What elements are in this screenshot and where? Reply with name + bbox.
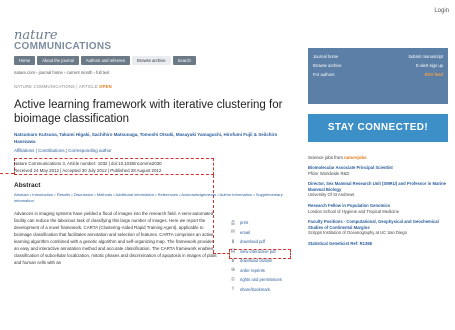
dates-line: Received 24 May 2012 | Accepted 30 July … xyxy=(14,167,162,173)
nav-authors-referees[interactable]: Authors and referees xyxy=(80,56,130,65)
tool-order-reprints[interactable]: ⊕ order reprints xyxy=(230,266,292,276)
link-for-authors[interactable]: For authors xyxy=(313,70,334,79)
login-link[interactable]: Login xyxy=(434,8,449,14)
affiliations-links[interactable]: Affiliations | Contributions | Correspon… xyxy=(14,148,294,153)
sidebar-row: Journal home Submit manuscript xyxy=(313,52,443,61)
job-org: London School of Hygiene and Tropical Me… xyxy=(308,208,400,214)
right-sidebar: Journal home Submit manuscript Browse ar… xyxy=(308,48,448,247)
tool-print[interactable]: ⎙ print xyxy=(230,218,292,228)
tool-label: download citation xyxy=(240,258,273,264)
nav-search[interactable]: Search xyxy=(172,56,196,65)
job-title: Faculty Positions - Computational, Geoph… xyxy=(308,219,439,230)
link-submit-manuscript[interactable]: Submit manuscript xyxy=(408,52,443,61)
stay-connected-banner[interactable]: STAY CONNECTED! xyxy=(308,114,448,142)
logo-communications: COMMUNICATIONS xyxy=(14,41,112,52)
job-listing[interactable]: Director, Sex Mammal Research Unit (SMRU… xyxy=(308,181,448,198)
tool-download-pdf[interactable]: ⬇ download pdf xyxy=(230,237,292,247)
job-listing[interactable]: Faculty Positions - Computational, Geoph… xyxy=(308,219,448,236)
job-listing[interactable]: Biomolecular Associate Principal Scienti… xyxy=(308,165,448,176)
section-label: NATURE COMMUNICATIONS | ARTICLE xyxy=(14,84,98,89)
share-icon: ⇪ xyxy=(230,286,236,293)
job-listing[interactable]: Research Fellow in Population Genomics L… xyxy=(308,203,448,214)
article-section: NATURE COMMUNICATIONS | ARTICLE OPEN xyxy=(14,84,112,89)
tool-label: email xyxy=(240,229,251,235)
naturejobs-link[interactable]: naturejobs xyxy=(344,155,366,160)
author-list[interactable]: Natsumaro Kutsuna, Takumi Higaki, Sachih… xyxy=(14,131,294,145)
download-icon: ⬇ xyxy=(230,238,236,245)
reprint-icon: ⊕ xyxy=(230,267,236,274)
tool-label: rights and permissions xyxy=(240,277,282,283)
tool-label: order reprints xyxy=(240,267,265,273)
journal-logo[interactable]: nature COMMUNICATIONS xyxy=(14,28,154,54)
abstract-heading: Abstract xyxy=(14,182,41,189)
tool-label: print xyxy=(240,220,249,226)
job-org: Pfizer Worldwide R&D xyxy=(308,170,350,176)
link-journal-home[interactable]: Journal home xyxy=(313,52,338,61)
main-nav: Home About the journal Authors and refer… xyxy=(14,56,286,65)
tool-label: download pdf xyxy=(240,239,265,245)
print-icon: ⎙ xyxy=(230,219,235,226)
tool-label: share/bookmark xyxy=(240,286,271,292)
email-icon: ✉ xyxy=(230,229,236,236)
job-title: Director, Sex Mammal Research Unit (SMRU… xyxy=(308,181,446,192)
breadcrumb[interactable]: nature.com › journal home › current mont… xyxy=(14,70,286,75)
abstract-text: Advances in imaging systems have yielded… xyxy=(14,211,217,265)
citation-info: Nature Communications 3, Article number:… xyxy=(14,161,214,174)
sidebar-row: For authors RSS feed xyxy=(313,70,443,79)
jobs-heading: Science jobs from naturejobs xyxy=(308,155,448,160)
job-org: Scripps Institution of Oceanography at U… xyxy=(308,230,407,236)
nav-about[interactable]: About the journal xyxy=(37,56,79,65)
interactive-pdf-highlight xyxy=(229,249,291,259)
copyright-icon: © xyxy=(231,276,235,283)
top-bar: Login xyxy=(0,0,455,22)
article-title: Active learning framework with iterative… xyxy=(14,99,283,125)
link-ealert-signup[interactable]: E-alert sign up xyxy=(416,61,443,70)
journal-links-box: Journal home Submit manuscript Browse ar… xyxy=(308,48,448,104)
link-rss-feed[interactable]: RSS feed xyxy=(425,70,443,79)
tool-share-bookmark[interactable]: ⇪ share/bookmark xyxy=(230,285,292,295)
jobs-prefix: Science jobs from xyxy=(308,155,345,160)
job-title: Statistical Geneticist Ref: R1368 xyxy=(308,240,373,246)
tool-rights-permissions[interactable]: © rights and permissions xyxy=(230,275,292,285)
job-org: University Of St Andrews xyxy=(308,192,355,198)
link-browse-archive[interactable]: Browse archive xyxy=(313,61,342,70)
nav-home[interactable]: Home xyxy=(14,56,36,65)
highlight-connector xyxy=(0,173,14,174)
article-section-nav[interactable]: Abstract • Introduction • Results • Disc… xyxy=(14,192,290,204)
open-access-badge: OPEN xyxy=(99,84,112,89)
sidebar-row: Browse archive E-alert sign up xyxy=(313,61,443,70)
job-listing[interactable]: Statistical Geneticist Ref: R1368 xyxy=(308,241,448,247)
tool-email[interactable]: ✉ email xyxy=(230,228,292,238)
nav-browse-archive[interactable]: Browse archive xyxy=(131,56,171,65)
